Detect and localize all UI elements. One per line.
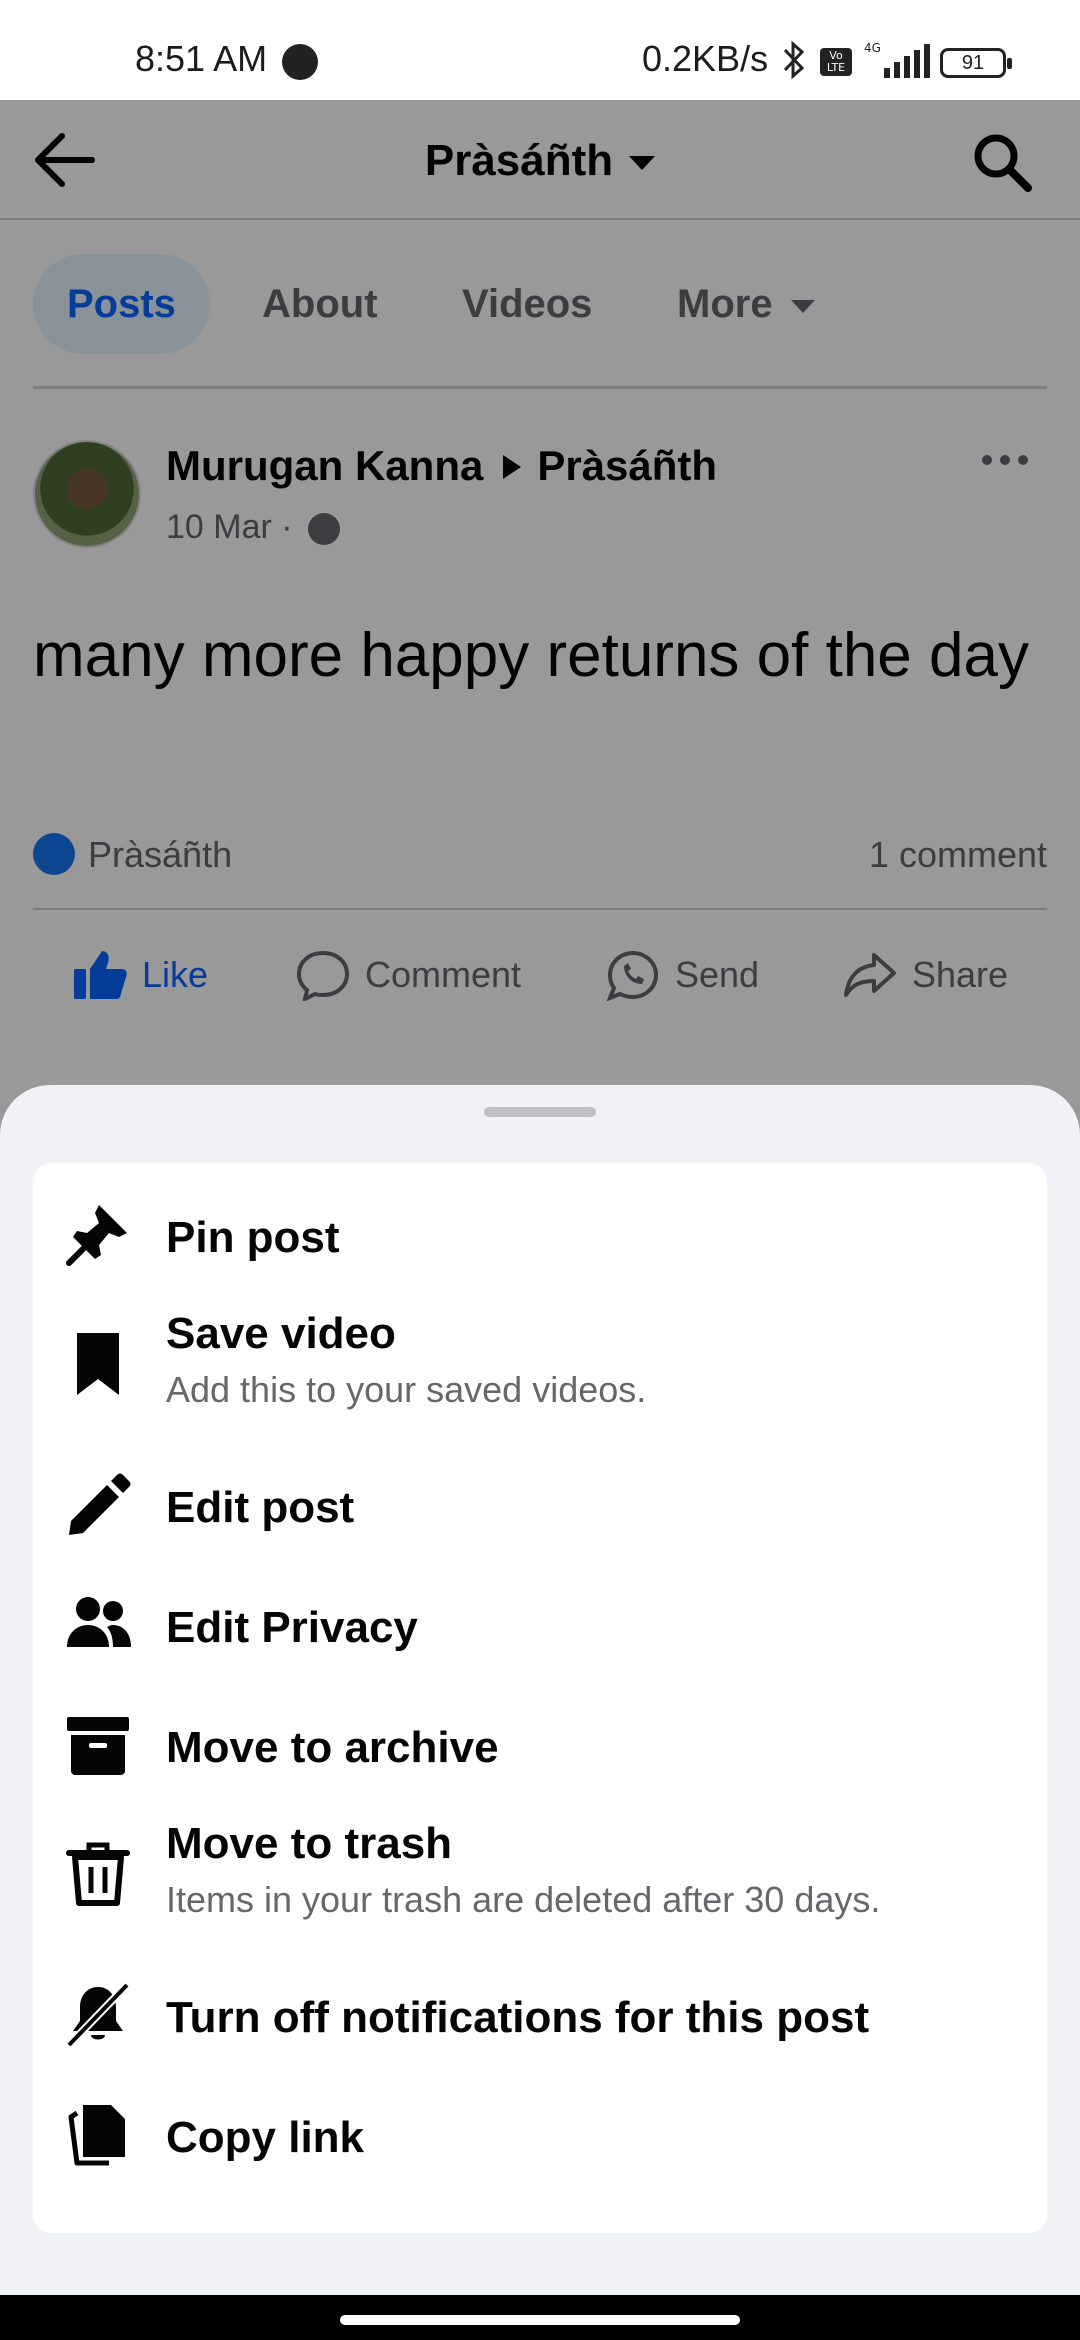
menu-label: Move to trash xyxy=(166,1819,453,1868)
status-time: 8:51 AM xyxy=(135,38,268,79)
menu-label: Pin post xyxy=(166,1213,340,1262)
bluetooth-icon xyxy=(783,40,805,80)
bookmark-icon xyxy=(77,1333,119,1395)
people-icon xyxy=(67,1597,131,1647)
menu-sublabel: Items in your trash are deleted after 30… xyxy=(166,1879,881,1920)
menu-item-move-to-trash[interactable]: Move to trash Items in your trash are de… xyxy=(33,1803,1047,1953)
options-list: Pin post Save video Add this to your sav… xyxy=(33,1163,1047,2233)
menu-label: Copy link xyxy=(166,2113,365,2162)
post-options-sheet: Pin post Save video Add this to your sav… xyxy=(0,1085,1080,2295)
menu-item-move-to-archive[interactable]: Move to archive xyxy=(33,1693,1047,1803)
menu-item-copy-link[interactable]: Copy link xyxy=(33,2083,1047,2193)
copy-icon xyxy=(68,2105,125,2166)
system-nav-bar xyxy=(0,2295,1080,2340)
menu-item-turn-off-notifications[interactable]: Turn off notifications for this post xyxy=(33,1963,1047,2073)
menu-item-save-video[interactable]: Save video Add this to your saved videos… xyxy=(33,1293,1047,1443)
status-bar: 8:51 AM 0.2KB/s Vo LTE 4G 91 xyxy=(0,0,1080,100)
network-type: 4G xyxy=(864,41,881,55)
menu-sublabel: Add this to your saved videos. xyxy=(166,1369,647,1410)
trash-icon xyxy=(66,1842,130,1906)
pencil-icon xyxy=(69,1473,131,1535)
menu-item-edit-post[interactable]: Edit post xyxy=(33,1453,1047,1563)
menu-label: Move to archive xyxy=(166,1723,499,1772)
bell-off-icon xyxy=(66,1982,130,2048)
archive-icon xyxy=(67,1717,129,1775)
battery-icon: 91 xyxy=(940,48,1012,78)
menu-label: Edit Privacy xyxy=(166,1603,418,1652)
leaf-icon xyxy=(282,44,318,80)
network-speed: 0.2KB/s xyxy=(642,38,769,79)
menu-item-pin-post[interactable]: Pin post xyxy=(33,1183,1047,1293)
pin-icon xyxy=(66,1205,127,1266)
menu-item-edit-privacy[interactable]: Edit Privacy xyxy=(33,1573,1047,1683)
home-gesture-handle[interactable] xyxy=(340,2315,740,2325)
menu-label: Turn off notifications for this post xyxy=(166,1993,870,2042)
volte-icon: Vo LTE xyxy=(820,48,852,76)
signal-icon: 4G xyxy=(864,41,930,78)
menu-label: Edit post xyxy=(166,1483,355,1532)
menu-label: Save video xyxy=(166,1309,396,1358)
sheet-drag-handle[interactable] xyxy=(484,1107,596,1117)
